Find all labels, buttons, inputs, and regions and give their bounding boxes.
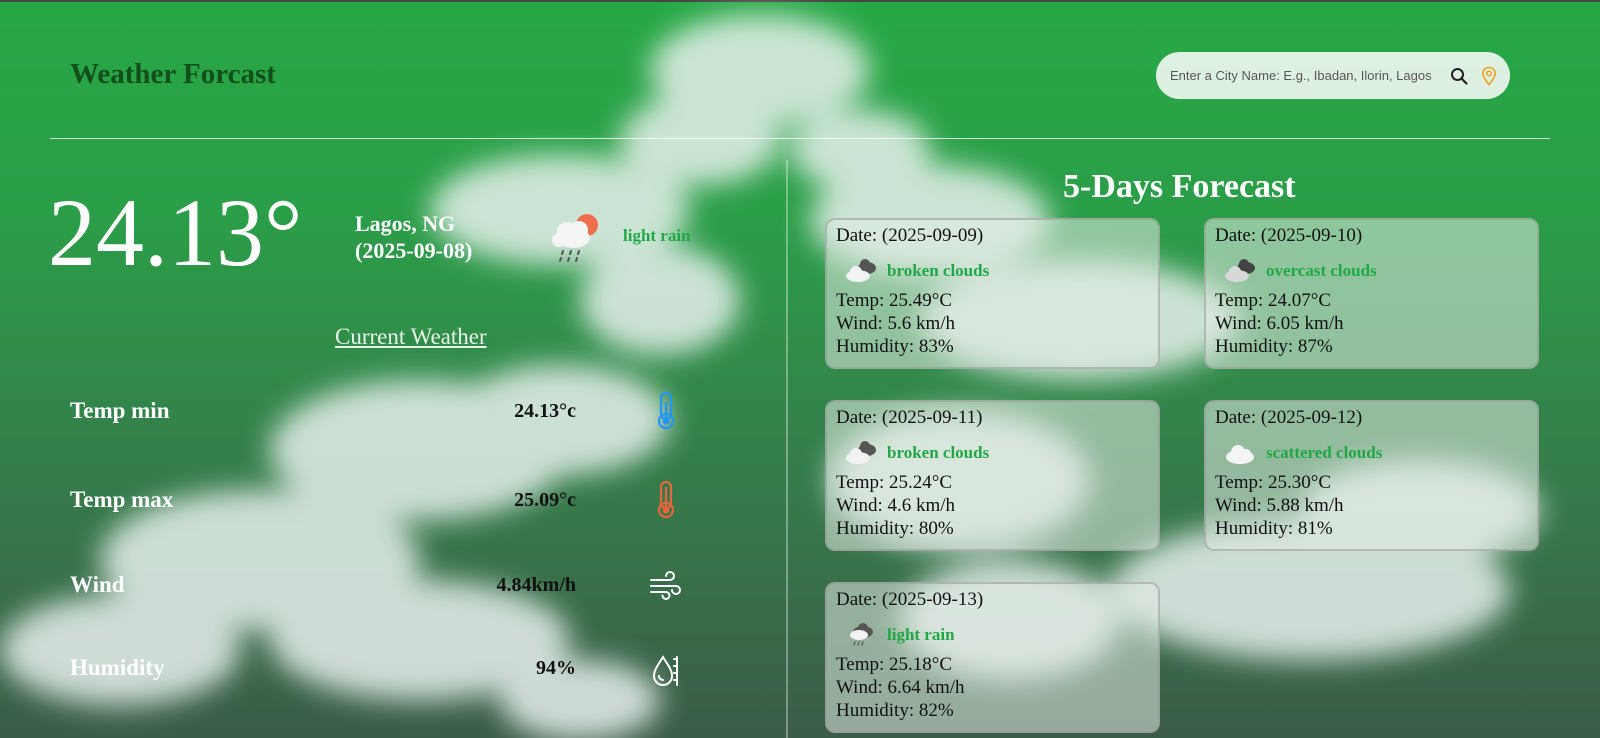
temp-min-value: 24.13°c xyxy=(514,400,576,422)
forecast-wind: Wind: 5.6 km/h xyxy=(836,313,956,334)
forecast-card: Date: (2025-09-13) light rain Temp: 25.1… xyxy=(825,582,1160,733)
temp-max-value: 25.09°c xyxy=(514,489,576,511)
forecast-wind: Wind: 5.88 km/h xyxy=(1215,495,1344,516)
forecast-temp: Temp: 25.30°C xyxy=(1215,472,1332,493)
forecast-card: Date: (2025-09-10) overcast clouds Temp:… xyxy=(1204,218,1539,369)
forecast-condition: light rain xyxy=(887,625,955,644)
temp-max-label: Temp max xyxy=(70,487,174,512)
forecast-date: Date: (2025-09-12) xyxy=(1215,407,1363,428)
forecast-condition: broken clouds xyxy=(887,443,990,462)
forecast-wind: Wind: 6.05 km/h xyxy=(1215,313,1344,334)
forecast-condition-row: broken clouds xyxy=(836,435,1149,471)
broken-clouds-icon xyxy=(846,441,876,464)
forecast-wind: Wind: 4.6 km/h xyxy=(836,495,956,516)
wind-value: 4.84km/h xyxy=(496,574,576,596)
app-title: Weather Forcast xyxy=(70,58,276,90)
humidity-icon xyxy=(652,655,678,686)
forecast-condition: overcast clouds xyxy=(1266,261,1377,280)
rain-cloud-icon xyxy=(850,623,873,646)
forecast-condition-row: scattered clouds xyxy=(1215,435,1528,471)
forecast-temp: Temp: 25.49°C xyxy=(836,290,953,311)
forecast-condition-row: overcast clouds xyxy=(1215,253,1528,289)
thermometer-hot-icon xyxy=(657,480,675,519)
header-divider xyxy=(50,138,1550,139)
forecast-date: Date: (2025-09-11) xyxy=(836,407,983,428)
forecast-date: Date: (2025-09-09) xyxy=(836,225,984,246)
forecast-date: Date: (2025-09-13) xyxy=(836,589,984,610)
rain-sun-cloud-icon xyxy=(552,214,598,262)
forecast-humidity: Humidity: 81% xyxy=(1215,518,1333,539)
forecast-card: Date: (2025-09-12) scattered clouds Temp… xyxy=(1204,400,1539,551)
humidity-label: Humidity xyxy=(70,655,165,680)
humidity-value: 94% xyxy=(536,657,576,679)
top-border xyxy=(0,0,1600,2)
current-date: (2025-09-08) xyxy=(355,238,473,263)
current-temperature: 24.13° xyxy=(48,179,303,286)
wind-label: Wind xyxy=(70,572,125,597)
forecast-humidity: Humidity: 82% xyxy=(836,700,954,721)
wind-icon xyxy=(650,571,681,600)
current-location-block: Lagos, NG (2025-09-08) xyxy=(355,210,472,264)
forecast-temp: Temp: 24.07°C xyxy=(1215,290,1332,311)
thermometer-cold-icon xyxy=(657,391,675,430)
forecast-condition: broken clouds xyxy=(887,261,990,280)
background-clouds xyxy=(0,15,1540,738)
scattered-clouds-icon xyxy=(1226,445,1254,464)
forecast-condition-row: light rain xyxy=(836,617,1149,653)
forecast-temp: Temp: 25.18°C xyxy=(836,654,953,675)
column-divider xyxy=(786,160,788,738)
forecast-condition: scattered clouds xyxy=(1266,443,1383,462)
search-bar xyxy=(1156,52,1510,99)
city-search-input[interactable] xyxy=(1168,67,1444,84)
forecast-temp: Temp: 25.24°C xyxy=(836,472,953,493)
forecast-humidity: Humidity: 87% xyxy=(1215,336,1333,357)
current-location: Lagos, NG xyxy=(355,211,456,236)
forecast-condition-row: broken clouds xyxy=(836,253,1149,289)
temp-min-label: Temp min xyxy=(70,398,170,423)
forecast-wind: Wind: 6.64 km/h xyxy=(836,677,965,698)
current-condition: light rain xyxy=(623,226,691,245)
forecast-card: Date: (2025-09-09) broken clouds Temp: 2… xyxy=(825,218,1160,369)
overcast-clouds-icon xyxy=(1225,259,1255,282)
forecast-card: Date: (2025-09-11) broken clouds Temp: 2… xyxy=(825,400,1160,551)
forecast-date: Date: (2025-09-10) xyxy=(1215,225,1363,246)
broken-clouds-icon xyxy=(846,259,876,282)
forecast-humidity: Humidity: 83% xyxy=(836,336,954,357)
forecast-humidity: Humidity: 80% xyxy=(836,518,954,539)
forecast-title: 5-Days Forecast xyxy=(1063,168,1296,205)
map-pin-icon[interactable] xyxy=(1474,61,1504,91)
search-icon[interactable] xyxy=(1444,61,1474,91)
current-weather-link[interactable]: Current Weather xyxy=(335,324,487,350)
